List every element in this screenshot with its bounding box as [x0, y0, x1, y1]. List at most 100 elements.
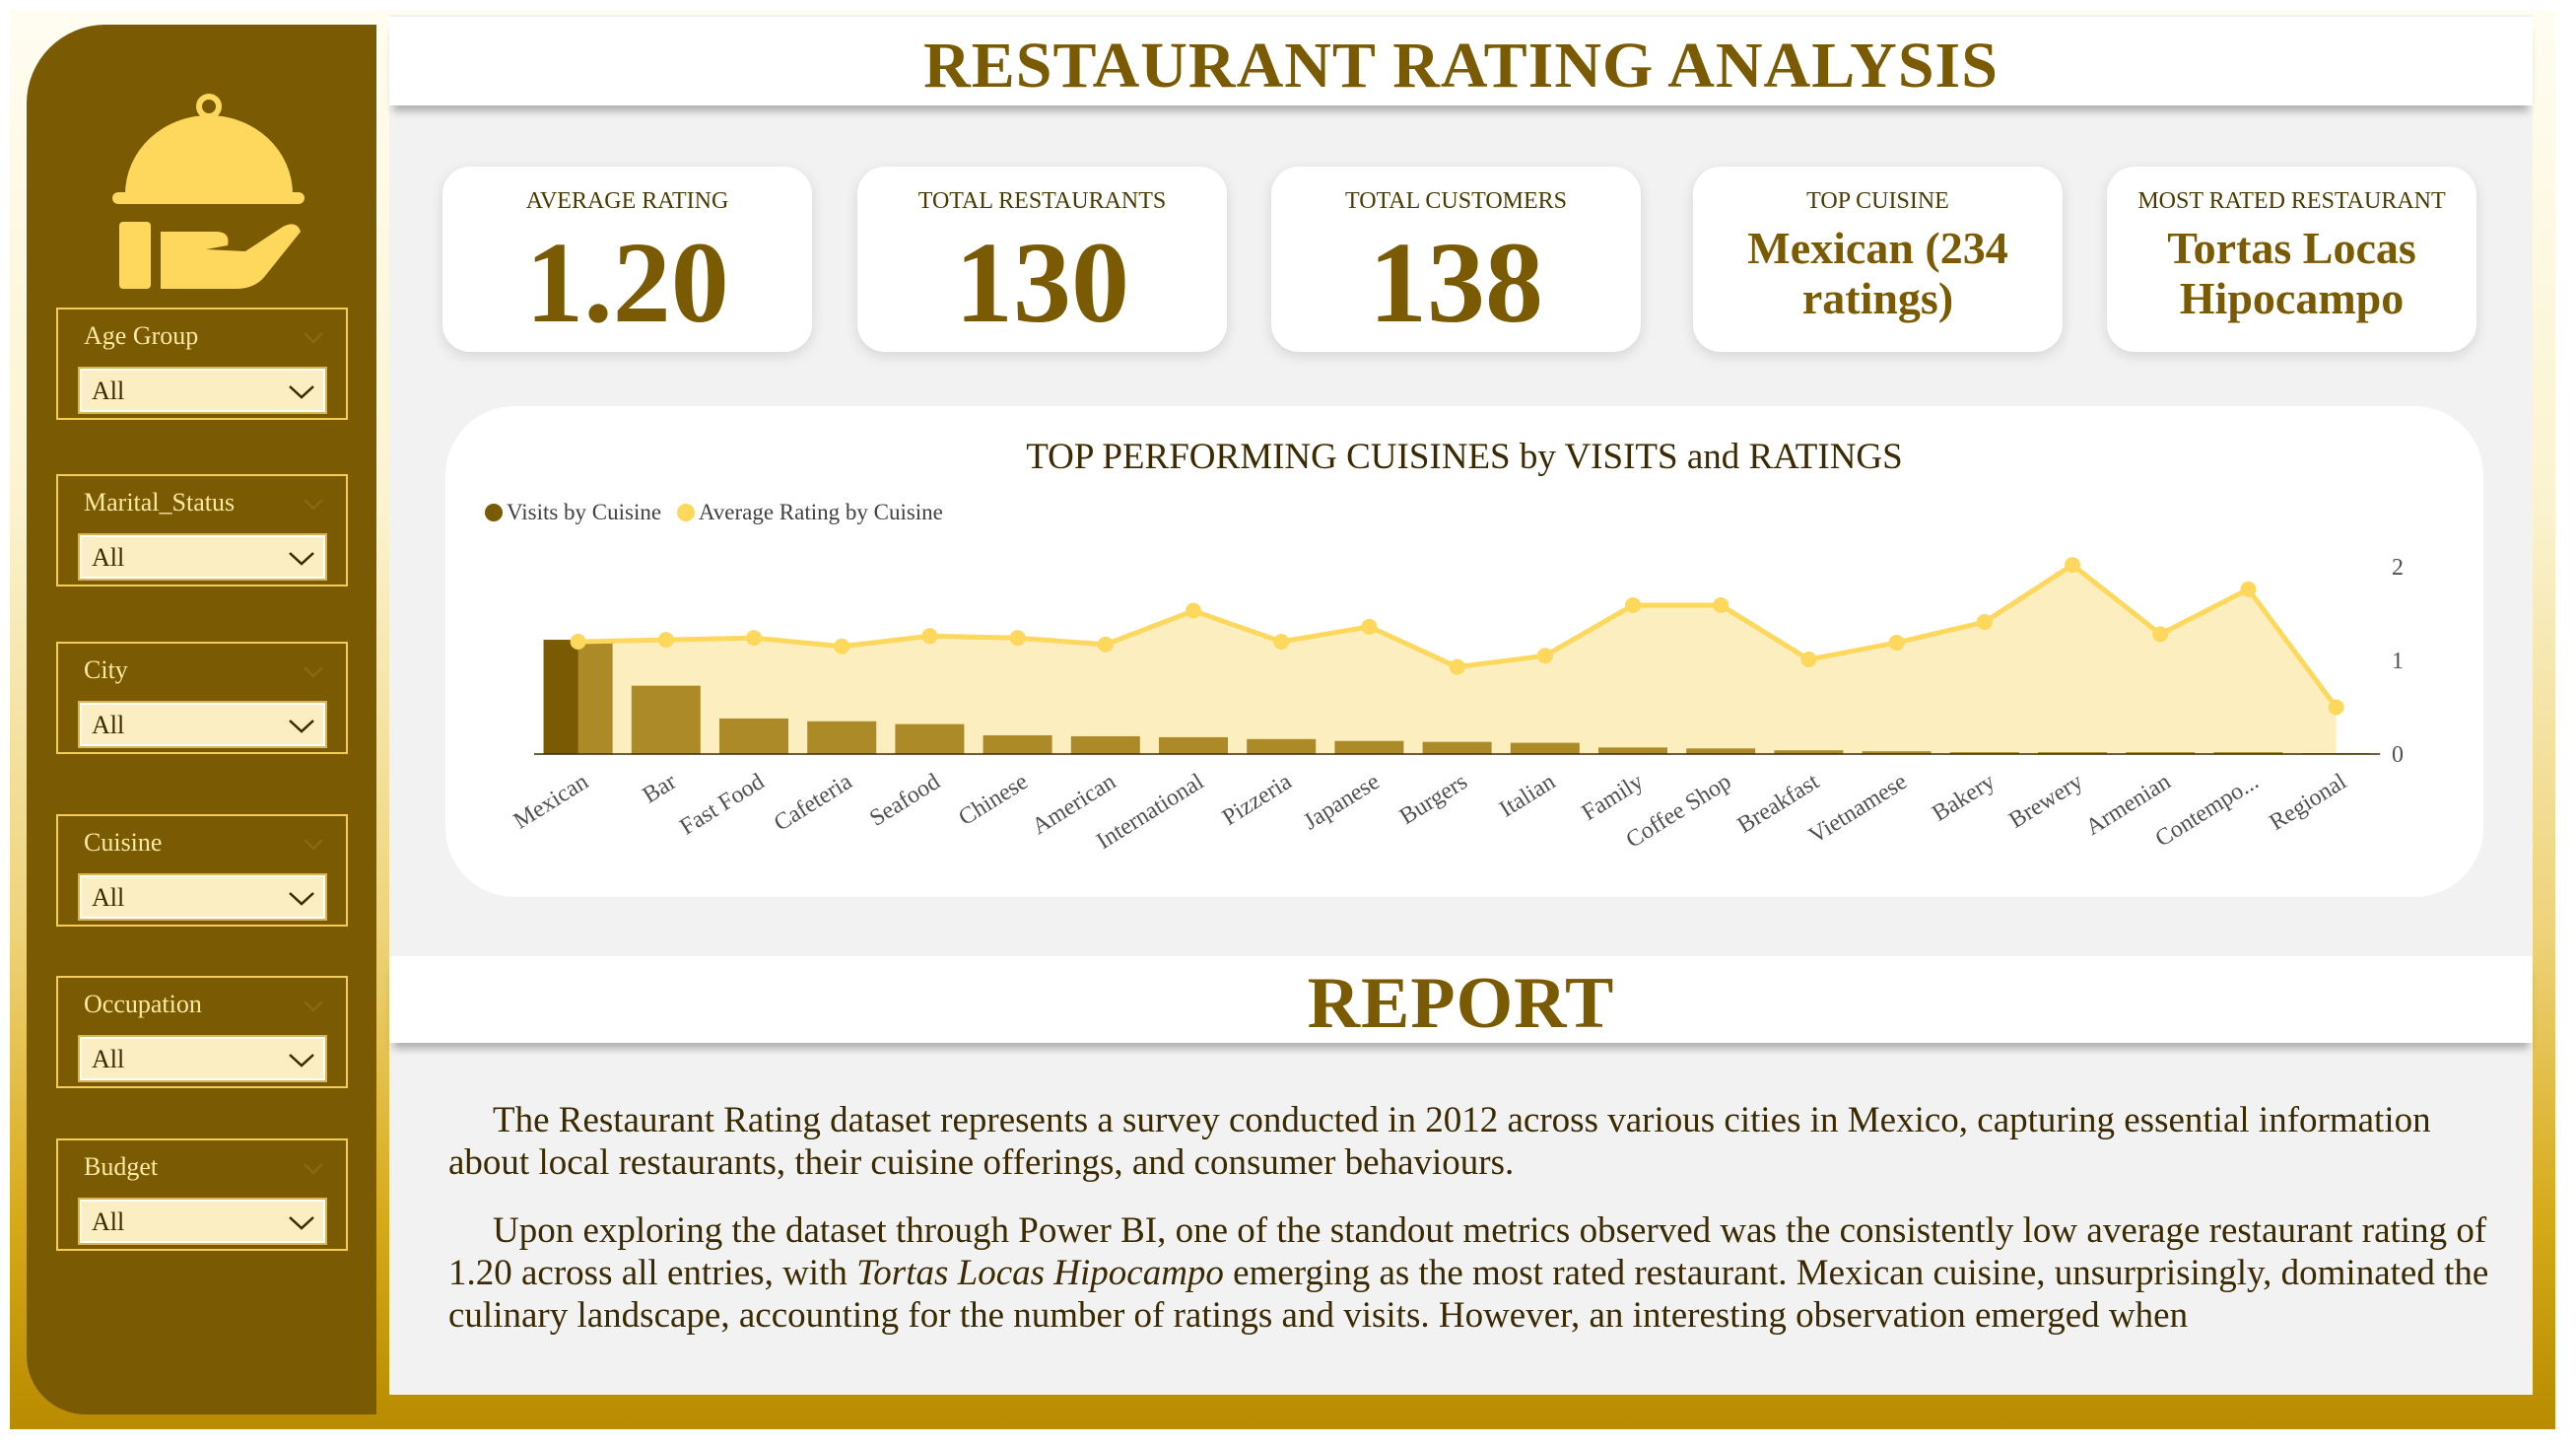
slicer-title: Occupation — [84, 990, 202, 1018]
serving-cloche-hand-icon — [112, 94, 305, 289]
visits-bar — [1247, 738, 1317, 754]
dropdown-value: All — [92, 377, 125, 405]
legend-label-rating: Average Rating by Cuisine — [698, 499, 943, 524]
rating-point — [746, 630, 762, 647]
rating-point — [1713, 596, 1729, 613]
x-tick-label: Fast Food — [676, 769, 770, 841]
slicer-title: City — [84, 655, 128, 684]
dropdown-value: All — [92, 1045, 125, 1073]
slicer-title: Cuisine — [84, 828, 163, 857]
rating-point — [1097, 636, 1114, 653]
rating-point — [1800, 652, 1817, 668]
title-bar: RESTAURANT RATING ANALYSIS — [389, 17, 2533, 105]
chevron-down-icon[interactable] — [303, 331, 324, 345]
report-header-bar: REPORT — [389, 956, 2533, 1044]
rating-point — [1449, 658, 1465, 675]
dropdown-value: All — [92, 1207, 125, 1236]
cuisine-chart-card[interactable]: 0 1 2 Mexican Bar Fast Food Cafeteria Seafood Ch… — [445, 406, 2483, 897]
occupation-dropdown[interactable]: All — [78, 1035, 327, 1082]
chevron-down-icon[interactable] — [303, 1162, 324, 1176]
report-paragraph-1: The Restaurant Rating dataset represents… — [448, 1100, 2431, 1183]
chevron-down-icon — [289, 1054, 314, 1068]
visits-bar-highlight — [543, 640, 578, 754]
dropdown-value: All — [92, 711, 125, 739]
dropdown-value: All — [92, 543, 125, 572]
marital-status-dropdown[interactable]: All — [78, 533, 327, 581]
kpi-label: AVERAGE RATING — [525, 188, 729, 214]
visits-bar — [1598, 747, 1667, 754]
kpi-value: Tortas Locas Hipocampo — [2167, 223, 2416, 323]
cuisine-combo-chart[interactable]: 0 1 2 Mexican BarFast Food Cafeteria Seafood Ch… — [445, 406, 2483, 897]
rating-point — [1273, 634, 1290, 650]
chart-title: TOP PERFORMING CUISINES by VISITS and RA… — [1026, 437, 1903, 477]
visits-bar — [983, 735, 1052, 754]
rating-point — [1888, 634, 1905, 651]
dropdown-value: All — [92, 883, 125, 912]
x-tick-label: Chinese — [954, 769, 1032, 831]
kpi-value: 130 — [955, 218, 1129, 347]
x-tick-label: Brewery — [2004, 769, 2087, 834]
kpi-label: TOTAL RESTAURANTS — [917, 188, 1167, 214]
slicer-title: Age Group — [84, 321, 199, 350]
kpi-average-rating[interactable]: AVERAGE RATING 1.20 — [442, 167, 812, 352]
x-tick-label: Bar — [639, 769, 681, 808]
visits-bar — [895, 724, 965, 754]
chevron-down-icon — [289, 552, 314, 566]
report-paragraph-2: Upon exploring the dataset through Power… — [448, 1209, 2498, 1337]
rating-point — [921, 628, 938, 645]
cuisine-slicer: Cuisine All — [56, 814, 348, 927]
rating-point — [2240, 581, 2257, 597]
rating-point — [2065, 557, 2080, 574]
rating-point — [1186, 602, 1201, 619]
rating-point — [1976, 614, 1993, 631]
kpi-label: TOTAL CUSTOMERS — [1345, 188, 1567, 214]
age-group-slicer: Age Group All — [56, 308, 348, 420]
chevron-down-icon[interactable] — [303, 838, 324, 852]
visits-bar — [1159, 736, 1228, 754]
kpi-most-rated-restaurant[interactable]: MOST RATED RESTAURANT Tortas Locas Hipoc… — [2107, 167, 2476, 352]
visits-bar — [719, 718, 788, 754]
kpi-top-cuisine[interactable]: TOP CUISINE Mexican (234 ratings) — [1693, 167, 2063, 352]
legend-marker-rating — [676, 503, 695, 521]
rating-point — [1536, 648, 1553, 664]
chevron-down-icon[interactable] — [303, 665, 324, 679]
x-tick-label: Bakery — [1928, 769, 2000, 827]
chevron-down-icon — [289, 892, 314, 906]
x-tick-label: Seafood — [865, 769, 944, 832]
visits-bar — [1334, 740, 1404, 754]
kpi-total-restaurants[interactable]: TOTAL RESTAURANTS 130 — [857, 167, 1227, 352]
chevron-down-icon — [289, 720, 314, 733]
x-tick-label: Regional — [2266, 769, 2352, 836]
chevron-down-icon — [289, 385, 314, 399]
budget-slicer: Budget All — [56, 1138, 348, 1251]
visits-bar — [1686, 748, 1756, 754]
kpi-total-customers[interactable]: TOTAL CUSTOMERS 138 — [1271, 167, 1641, 352]
budget-dropdown[interactable]: All — [78, 1198, 327, 1245]
kpi-value: Mexican (234 ratings) — [1747, 223, 2008, 323]
page-title: RESTAURANT RATING ANALYSIS — [923, 30, 1999, 102]
report-text: The Restaurant Rating dataset represents… — [448, 1099, 2498, 1362]
chevron-down-icon[interactable] — [303, 999, 324, 1013]
main-canvas: RESTAURANT RATING ANALYSIS AVERAGE RATIN… — [389, 15, 2533, 1395]
rating-point — [570, 634, 586, 650]
visits-bar — [631, 685, 701, 754]
visits-bar — [807, 721, 877, 754]
filter-sidebar: Age Group All Marital_Status All City Al… — [27, 25, 376, 1414]
age-group-dropdown[interactable]: All — [78, 367, 327, 414]
rating-point — [1009, 630, 1026, 647]
x-tick-label: Pizzeria — [1218, 769, 1297, 831]
city-slicer: City All — [56, 642, 348, 754]
legend-marker-visits — [485, 503, 503, 521]
x-tick-label: Burgers — [1395, 769, 1472, 830]
kpi-label: TOP CUISINE — [1806, 188, 1949, 214]
x-tick-label: Japanese — [1299, 769, 1384, 835]
chevron-down-icon[interactable] — [303, 498, 324, 512]
y-tick-label: 0 — [2392, 742, 2404, 768]
y-tick-label: 1 — [2392, 649, 2404, 674]
marital-status-slicer: Marital_Status All — [56, 474, 348, 586]
city-dropdown[interactable]: All — [78, 701, 327, 748]
cuisine-dropdown[interactable]: All — [78, 873, 327, 921]
occupation-slicer: Occupation All — [56, 976, 348, 1088]
report-title: REPORT — [1307, 963, 1615, 1044]
kpi-value: 138 — [1369, 218, 1543, 347]
